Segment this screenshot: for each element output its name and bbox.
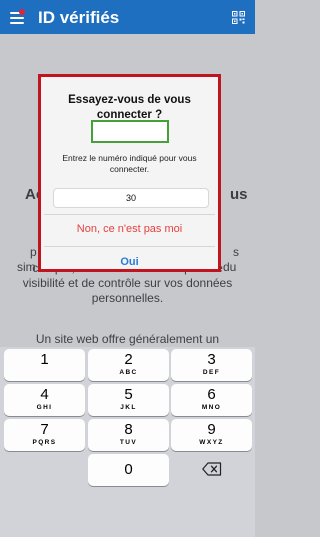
key-0[interactable]: 0 [88, 454, 169, 486]
key-4[interactable]: 4 GHI [4, 384, 85, 416]
key-8[interactable]: 8 TUV [88, 419, 169, 451]
page-title: ID vérifiés [38, 8, 120, 27]
bg-text-line: Un site web offre généralement un [35, 332, 220, 346]
sign-in-dialog: Essayez-vous de vous connecter ? Entrez … [44, 80, 215, 268]
dialog-highlight-frame: Essayez-vous de vous connecter ? Entrez … [38, 74, 221, 272]
key-6[interactable]: 6 MNO [171, 384, 252, 416]
displayed-number-box [91, 120, 169, 143]
dialog-message: Entrez le numéro indiqué pour vous conne… [62, 153, 197, 174]
divider [44, 214, 215, 215]
bg-text-fragment: p [30, 245, 37, 259]
qr-code-icon[interactable] [232, 11, 245, 24]
key-1[interactable]: 1 [4, 349, 85, 381]
bg-text-line: personnelles. [91, 291, 164, 305]
bg-text-line: visibilité et de contrôle sur vos donnée… [22, 276, 233, 290]
key-7[interactable]: 7 PQRS [4, 419, 85, 451]
bg-text-fragment: s [233, 245, 239, 259]
key-3[interactable]: 3 DEF [171, 349, 252, 381]
key-9[interactable]: 9 WXYZ [171, 419, 252, 451]
numeric-keypad: 1 2 ABC 3 DEF 4 GHI 5 JKL 6 MNO 7 PQRS 8 TUV 9W… [0, 347, 255, 537]
backspace-icon[interactable] [202, 462, 222, 476]
deny-button[interactable]: Non, ce n'est pas moi [44, 223, 215, 235]
notification-badge [19, 9, 25, 15]
approve-button[interactable]: Oui [44, 256, 215, 268]
dialog-title: Essayez-vous de vous connecter ? [68, 94, 191, 121]
key-5[interactable]: 5 JKL [88, 384, 169, 416]
app-header: ID vérifiés [0, 0, 255, 34]
code-input[interactable] [53, 188, 209, 208]
key-2[interactable]: 2 ABC [88, 349, 169, 381]
divider [44, 246, 215, 247]
bg-heading-right: us [230, 186, 248, 203]
